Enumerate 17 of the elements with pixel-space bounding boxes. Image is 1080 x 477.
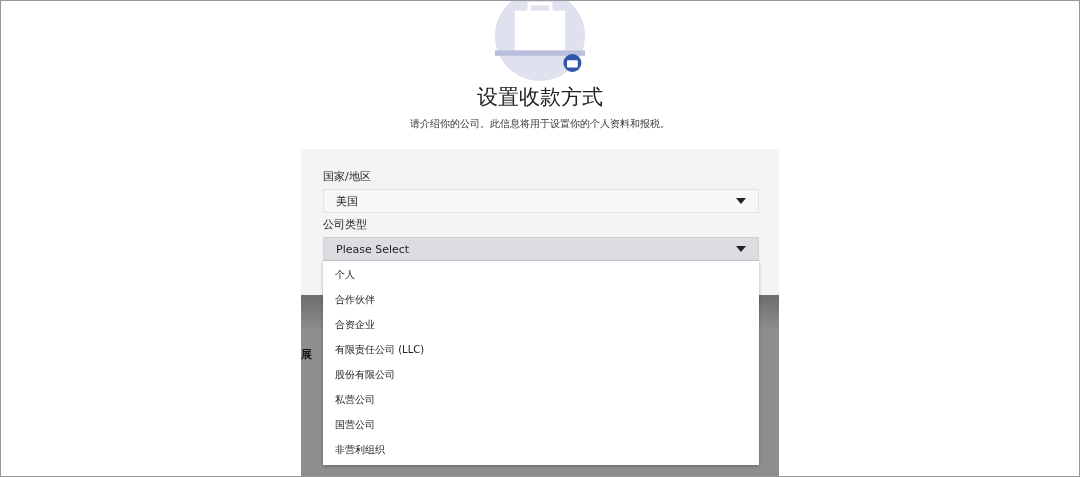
dropdown-option[interactable]: 国营公司: [323, 412, 759, 437]
dropdown-option[interactable]: 股份有限公司: [323, 362, 759, 387]
select-field[interactable]: Please Select: [323, 237, 759, 261]
caret-icon: [736, 246, 746, 252]
page-subtitle: 请介绍你的公司。此信息将用于设置你的个人资料和报税。: [410, 117, 670, 131]
dropdown-option[interactable]: 私营公司: [323, 387, 759, 412]
dropdown-option[interactable]: 有限责任公司 (LLC): [323, 337, 759, 362]
dropdown-option[interactable]: 合资企业: [323, 312, 759, 337]
page-title: 设置收款方式: [477, 84, 603, 111]
dropdown-option[interactable]: 合作伙伴: [323, 287, 759, 312]
dropdown-option[interactable]: 非营利组织: [323, 437, 759, 462]
caret-icon: [736, 198, 746, 204]
obscured-text: 展: [301, 347, 312, 362]
field-label: 公司类型: [323, 217, 368, 232]
field-label: 国家/地区: [323, 169, 372, 184]
dropdown-option[interactable]: 个人: [323, 262, 759, 287]
select-field[interactable]: 美国: [323, 189, 759, 213]
